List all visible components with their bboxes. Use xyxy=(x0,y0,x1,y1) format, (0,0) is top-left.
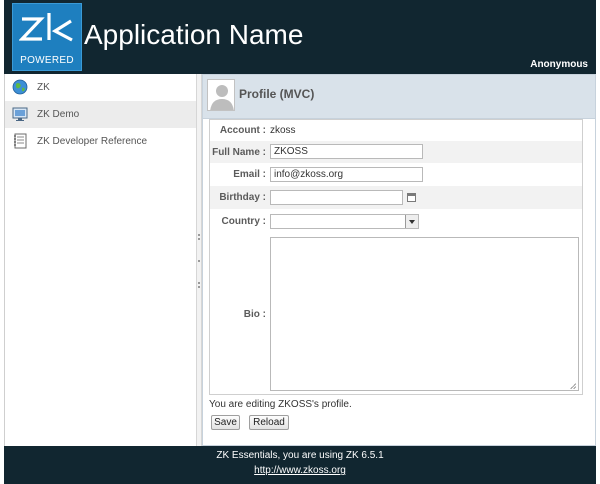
footer-text: ZK Essentials, you are using ZK 6.5.1 xyxy=(216,450,384,461)
calendar-icon[interactable] xyxy=(407,193,416,202)
splitter-grip xyxy=(198,260,200,262)
user-silhouette-icon xyxy=(210,85,234,110)
reload-button[interactable]: Reload xyxy=(249,415,289,430)
resize-grip-icon[interactable] xyxy=(570,383,576,389)
account-label: Account : xyxy=(219,125,266,136)
splitter-grip xyxy=(198,282,200,284)
email-input[interactable] xyxy=(270,167,423,182)
splitter-grip xyxy=(198,286,200,288)
account-row: Account : zkoss xyxy=(210,120,582,140)
country-select[interactable] xyxy=(270,214,419,229)
monitor-icon xyxy=(12,107,28,121)
bio-textarea[interactable] xyxy=(270,237,579,391)
profile-panel: Profile (MVC) Account : zkoss Full Name … xyxy=(202,74,596,446)
app-footer: ZK Essentials, you are using ZK 6.5.1 ht… xyxy=(4,446,596,484)
full-name-input[interactable] xyxy=(270,144,423,159)
birthday-row: Birthday : xyxy=(210,186,582,209)
sidebar-item-label: ZK Demo xyxy=(37,109,80,120)
edit-status-message: You are editing ZKOSS's profile. xyxy=(209,399,352,410)
avatar xyxy=(207,79,235,111)
full-name-row: Full Name : xyxy=(210,141,582,163)
splitter-grip xyxy=(198,234,200,236)
sidebar-item-zk-developer-reference[interactable]: ZK Developer Reference xyxy=(5,128,196,155)
sidebar-item-label: ZK xyxy=(37,82,50,93)
save-button[interactable]: Save xyxy=(211,415,240,430)
country-row: Country : xyxy=(210,209,582,234)
sidebar-item-zk-demo[interactable]: ZK Demo xyxy=(5,101,196,128)
sidebar-item-label: ZK Developer Reference xyxy=(37,136,148,147)
panel-header: Profile (MVC) xyxy=(203,75,595,119)
app-header: POWERED Application Name Anonymous xyxy=(4,0,596,74)
footer-link[interactable]: http://www.zkoss.org xyxy=(4,465,596,476)
panel-title: Profile (MVC) xyxy=(239,87,315,101)
country-label: Country : xyxy=(221,216,266,227)
email-label: Email : xyxy=(233,169,266,180)
globe-icon xyxy=(12,79,28,95)
document-icon xyxy=(14,133,27,149)
account-value: zkoss xyxy=(270,125,296,136)
splitter-grip xyxy=(198,238,200,240)
full-name-label: Full Name : xyxy=(212,147,266,158)
zk-logo[interactable]: POWERED xyxy=(12,3,82,71)
sidebar: ZK ZK Demo ZK Developer Reference xyxy=(4,74,196,446)
birthday-label: Birthday : xyxy=(219,192,266,203)
chevron-down-icon[interactable] xyxy=(405,215,418,228)
logo-caption: POWERED xyxy=(20,55,74,66)
bio-label: Bio : xyxy=(243,309,266,320)
sidebar-item-zk[interactable]: ZK xyxy=(5,74,196,101)
user-name[interactable]: Anonymous xyxy=(530,59,588,70)
app-title: Application Name xyxy=(84,19,304,50)
zk-logo-icon xyxy=(19,13,73,42)
profile-form: Account : zkoss Full Name : Email : Birt… xyxy=(209,119,583,395)
email-row: Email : xyxy=(210,163,582,185)
birthday-input[interactable] xyxy=(270,190,403,205)
